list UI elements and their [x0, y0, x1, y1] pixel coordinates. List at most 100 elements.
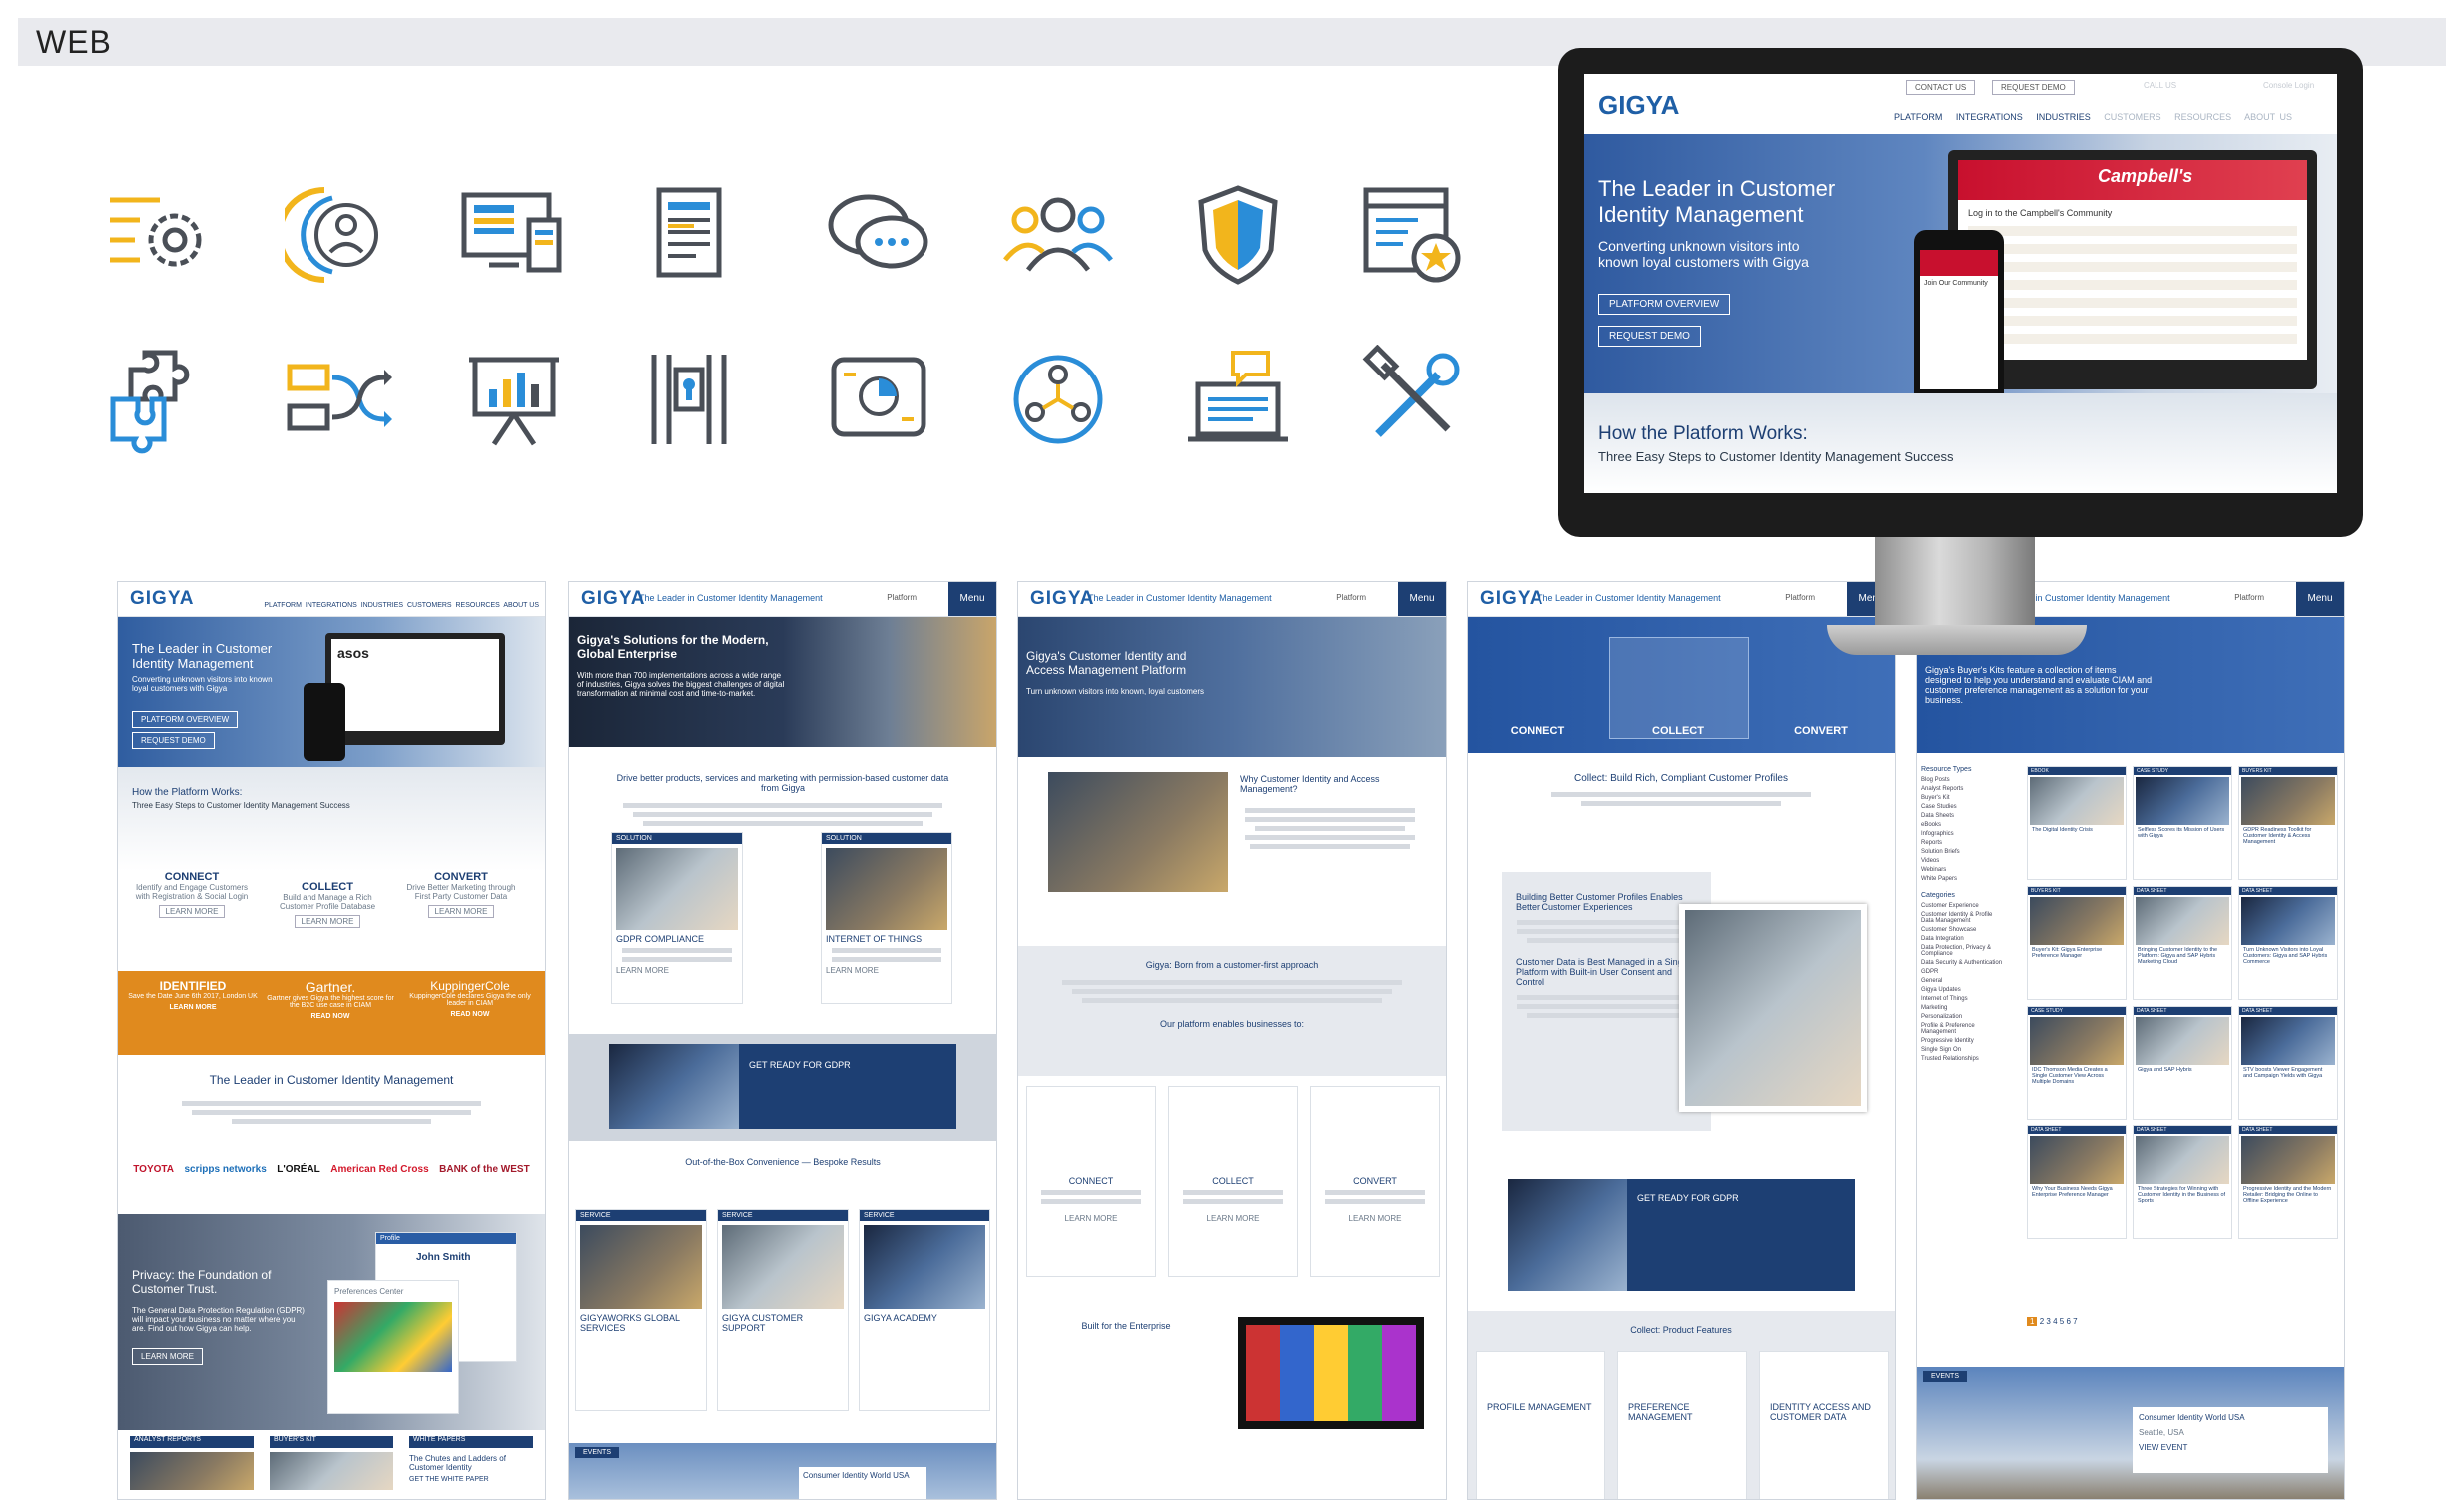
menu-button[interactable]: Menu	[1398, 582, 1446, 616]
category-item[interactable]: Customer Showcase	[1921, 927, 2005, 933]
white-paper-link[interactable]: GET THE WHITE PAPER	[409, 1476, 489, 1483]
learn-more-link[interactable]: LEARN MORE	[294, 915, 361, 928]
gigya-logo[interactable]: GIGYA	[1030, 588, 1095, 610]
resource-card[interactable]: DATA SHEET Three Strategies for Winning w…	[2133, 1125, 2232, 1239]
page-3[interactable]: 3	[2046, 1317, 2050, 1326]
nav-about[interactable]: ABOUT US	[503, 602, 539, 609]
event-card[interactable]: Consumer Identity World USA Seattle, USA…	[2133, 1407, 2328, 1473]
page-6[interactable]: 6	[2066, 1317, 2070, 1326]
nav-industries[interactable]: INDUSTRIES	[2036, 112, 2091, 122]
tab-convert[interactable]: CONVERT	[1751, 725, 1891, 737]
page-4[interactable]: 4	[2053, 1317, 2057, 1326]
learn-more-link[interactable]: LEARN MORE	[616, 966, 738, 975]
category-item[interactable]: Progressive Identity	[1921, 1038, 2005, 1044]
gdpr-banner[interactable]: GET READY FOR GDPR	[1508, 1179, 1855, 1291]
category-item[interactable]: Personalization	[1921, 1014, 2005, 1020]
category-item[interactable]: GDPR	[1921, 969, 2005, 975]
resource-card[interactable]: BUYERS KIT GDPR Readiness Toolkit for Cus…	[2238, 766, 2338, 880]
nav-platform[interactable]: PLATFORM	[264, 602, 302, 609]
monitor-logo[interactable]: GIGYA	[1598, 90, 1679, 121]
resource-card[interactable]: BUYERS KIT Buyer's Kit: Gigya Enterprise …	[2027, 886, 2127, 1000]
platform-dropdown[interactable]: Platform	[887, 593, 917, 602]
page-5[interactable]: 5	[2060, 1317, 2064, 1326]
filter-item[interactable]: Case Studies	[1921, 804, 2005, 810]
gigya-logo[interactable]: GIGYA	[130, 588, 195, 610]
solution-card-gdpr[interactable]: SOLUTION GDPR COMPLIANCE LEARN MORE	[611, 832, 743, 1004]
tab-collect[interactable]: COLLECT	[1609, 725, 1747, 737]
filter-item[interactable]: Solution Briefs	[1921, 849, 2005, 855]
resource-card[interactable]: DATA SHEET Gigya and SAP Hybris	[2133, 1006, 2232, 1120]
learn-more-link[interactable]: LEARN MORE	[1311, 1214, 1439, 1223]
menu-button[interactable]: Menu	[2296, 582, 2344, 616]
category-item[interactable]: Customer Identity & Profile Data Managem…	[1921, 912, 2005, 924]
event-link[interactable]: VIEW EVENT	[2139, 1443, 2322, 1452]
platform-overview-button[interactable]: PLATFORM OVERVIEW	[1598, 294, 1731, 315]
nav-about[interactable]: ABOUT US	[2244, 112, 2292, 122]
request-demo-top-button[interactable]: REQUEST DEMO	[1992, 80, 2075, 95]
tab-white-papers[interactable]: WHITE PAPERS	[409, 1436, 533, 1448]
tab-buyers-kit[interactable]: BUYER'S KIT	[270, 1436, 393, 1448]
page-1[interactable]: 1	[2027, 1317, 2038, 1326]
learn-more-link[interactable]: LEARN MORE	[158, 905, 226, 918]
platform-dropdown[interactable]: Platform	[2234, 593, 2264, 602]
category-item[interactable]: Trusted Relationships	[1921, 1056, 2005, 1062]
learn-more-link[interactable]: LEARN MORE	[826, 966, 947, 975]
page-7[interactable]: 7	[2073, 1317, 2077, 1326]
category-item[interactable]: General	[1921, 978, 2005, 984]
nav-resources[interactable]: RESOURCES	[2174, 112, 2231, 122]
filter-item[interactable]: Blog Posts	[1921, 777, 2005, 783]
resource-card[interactable]: DATA SHEET Bringing Customer Identity to …	[2133, 886, 2232, 1000]
nav-industries[interactable]: INDUSTRIES	[361, 602, 403, 609]
award-link[interactable]: LEARN MORE	[128, 1004, 258, 1011]
tab-analyst-reports[interactable]: ANALYST REPORTS	[130, 1436, 254, 1448]
page-2[interactable]: 2	[2040, 1317, 2044, 1326]
service-card[interactable]: SERVICE GIGYA ACADEMY	[859, 1209, 990, 1411]
filter-item[interactable]: Buyer's Kit	[1921, 795, 2005, 801]
menu-button[interactable]: Menu	[948, 582, 996, 616]
resource-card[interactable]: EBOOK The Digital Identity Crisis	[2027, 766, 2127, 880]
award-link[interactable]: READ NOW	[405, 1011, 535, 1018]
nav-customers[interactable]: CUSTOMERS	[407, 602, 452, 609]
resource-card[interactable]: DATA SHEET Turn Unknown Visitors into Loy…	[2238, 886, 2338, 1000]
event-card[interactable]: Consumer Identity World USA	[799, 1467, 926, 1499]
resource-card[interactable]: CASE STUDY Selfless Scores its Mission of…	[2133, 766, 2232, 880]
nav-integrations[interactable]: INTEGRATIONS	[306, 602, 357, 609]
feature-card-connect[interactable]: CONNECT LEARN MORE	[1026, 1086, 1156, 1277]
service-card[interactable]: SERVICE GIGYAWORKS GLOBAL SERVICES	[575, 1209, 707, 1411]
category-item[interactable]: Data Integration	[1921, 936, 2005, 942]
category-item[interactable]: Customer Experience	[1921, 903, 2005, 909]
console-login-link[interactable]: Console Login	[2263, 81, 2314, 90]
filter-item[interactable]: White Papers	[1921, 876, 2005, 882]
solution-card-iot[interactable]: SOLUTION INTERNET OF THINGS LEARN MORE	[821, 832, 952, 1004]
category-item[interactable]: Profile & Preference Management	[1921, 1023, 2005, 1035]
learn-more-link[interactable]: LEARN MORE	[427, 905, 495, 918]
filter-item[interactable]: Infographics	[1921, 831, 2005, 837]
platform-dropdown[interactable]: Platform	[1336, 593, 1366, 602]
gigya-logo[interactable]: GIGYA	[1480, 588, 1544, 610]
category-item[interactable]: Marketing	[1921, 1005, 2005, 1011]
feature-card[interactable]: PROFILE MANAGEMENT	[1476, 1351, 1605, 1499]
filter-item[interactable]: Data Sheets	[1921, 813, 2005, 819]
category-item[interactable]: Single Sign On	[1921, 1047, 2005, 1053]
category-item[interactable]: Data Security & Authentication	[1921, 960, 2005, 966]
filter-item[interactable]: Webinars	[1921, 867, 2005, 873]
category-item[interactable]: Data Protection, Privacy & Compliance	[1921, 945, 2005, 957]
category-item[interactable]: Gigya Updates	[1921, 987, 2005, 993]
resource-card[interactable]: CASE STUDY IDC Thomson Media Creates a Si…	[2027, 1006, 2127, 1120]
nav-platform[interactable]: PLATFORM	[1894, 112, 1942, 122]
resource-card[interactable]: DATA SHEET Progressive Identity and the M…	[2238, 1125, 2338, 1239]
request-demo-button[interactable]: REQUEST DEMO	[1598, 326, 1701, 347]
learn-more-button[interactable]: LEARN MORE	[132, 1348, 203, 1365]
contact-us-button[interactable]: CONTACT US	[1906, 80, 1976, 95]
filter-item[interactable]: Videos	[1921, 858, 2005, 864]
platform-overview-button[interactable]: PLATFORM OVERVIEW	[132, 711, 239, 728]
learn-more-link[interactable]: LEARN MORE	[1027, 1214, 1155, 1223]
filter-item[interactable]: Analyst Reports	[1921, 786, 2005, 792]
learn-more-link[interactable]: LEARN MORE	[1169, 1214, 1297, 1223]
gigya-logo[interactable]: GIGYA	[581, 588, 646, 610]
service-card[interactable]: SERVICE GIGYA CUSTOMER SUPPORT	[717, 1209, 849, 1411]
tab-connect[interactable]: CONNECT	[1468, 725, 1607, 737]
feature-card[interactable]: PREFERENCE MANAGEMENT	[1617, 1351, 1747, 1499]
category-item[interactable]: Internet of Things	[1921, 996, 2005, 1002]
feature-card-collect[interactable]: COLLECT LEARN MORE	[1168, 1086, 1298, 1277]
